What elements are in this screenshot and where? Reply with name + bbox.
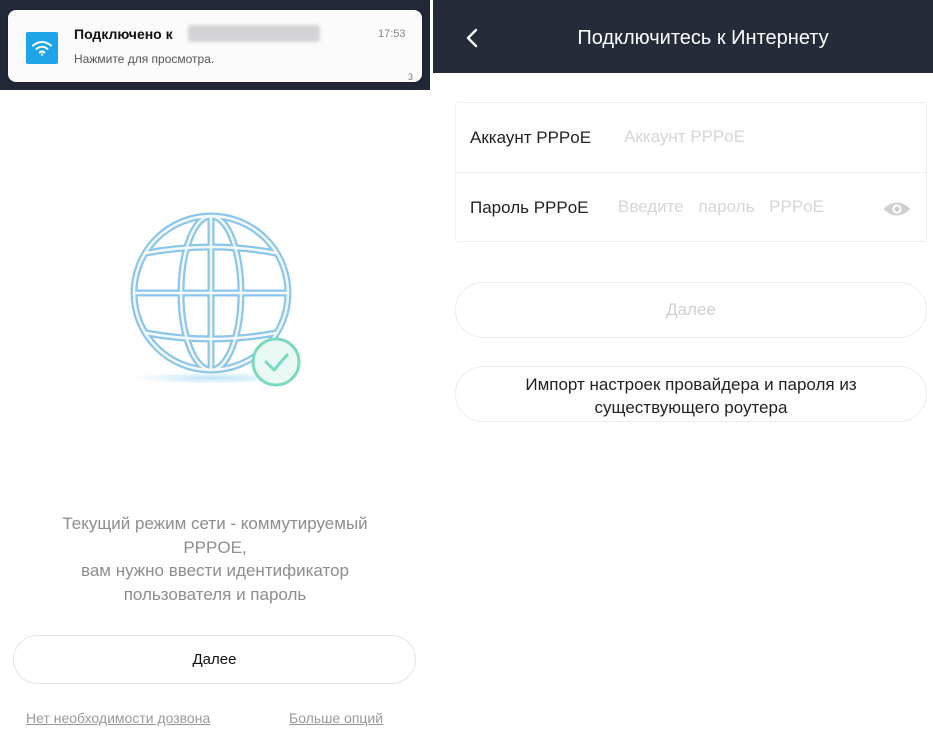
account-label: Аккаунт PPPoE <box>470 128 592 147</box>
notification-title: Подключено к <box>74 26 173 42</box>
eye-icon[interactable] <box>882 200 912 218</box>
redacted-network-name <box>188 25 320 42</box>
import-settings-button[interactable]: Импорт настроек провайдера и пароля из с… <box>455 366 927 422</box>
next-button[interactable]: Далее <box>13 635 416 684</box>
notification-time: 17:53 <box>378 28 406 40</box>
description-line: PPPOE, <box>183 537 247 557</box>
account-input[interactable] <box>624 127 904 147</box>
import-label-line: Импорт настроек провайдера и пароля из <box>525 375 857 394</box>
next-button-disabled[interactable]: Далее <box>455 282 927 338</box>
right-screen: Подключитесь к Интернету Аккаунт PPPoE П… <box>433 0 933 736</box>
globe-illustration <box>130 212 301 387</box>
notification-subtitle: Нажмите для просмотра. <box>74 52 215 66</box>
page-title: Подключитесь к Интернету <box>577 27 829 49</box>
password-label: Пароль PPPoE <box>470 198 589 217</box>
wifi-icon <box>26 32 58 64</box>
notification-count: 3 <box>408 72 414 82</box>
header-bar: Подключитесь к Интернету <box>433 0 933 73</box>
account-row: Аккаунт PPPoE <box>456 103 928 173</box>
no-dial-needed-link[interactable]: Нет необходимости дозвона <box>26 710 210 726</box>
description-line: вам нужно ввести идентификатор <box>81 561 349 580</box>
check-icon <box>251 337 301 387</box>
connection-notification[interactable]: Подключено к 17:53 Нажмите для просмотра… <box>8 10 422 82</box>
pppoe-form: Аккаунт PPPoE Пароль PPPoE <box>455 102 928 243</box>
more-options-link[interactable]: Больше опций <box>289 710 383 726</box>
description-line: пользователя и пароль <box>123 584 307 604</box>
left-screen: Подключено к 17:53 Нажмите для просмотра… <box>0 0 430 736</box>
network-mode-description: Текущий режим сети - коммутируемый PPPOE… <box>20 512 410 606</box>
password-input[interactable] <box>618 197 878 217</box>
password-row: Пароль PPPoE <box>456 173 928 243</box>
description-line: Текущий режим сети - коммутируемый <box>62 514 368 533</box>
import-label-line: существующего роутера <box>594 398 788 417</box>
